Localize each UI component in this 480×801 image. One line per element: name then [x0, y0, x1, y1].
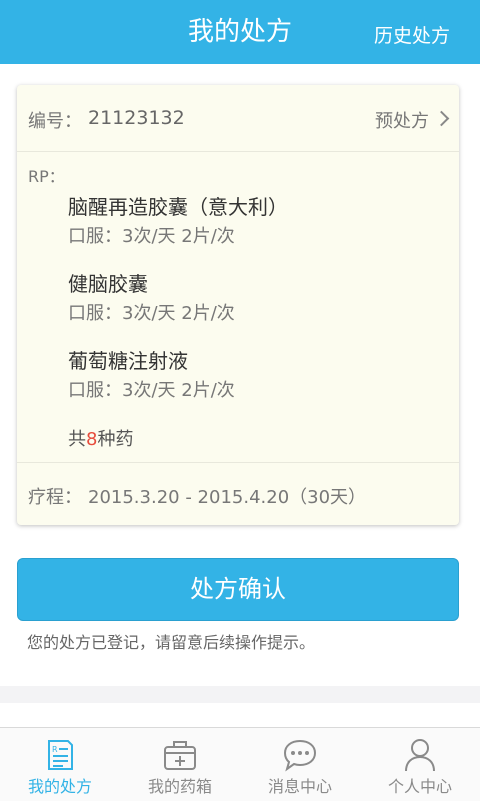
chevron-right-icon	[433, 110, 450, 127]
tab-my-medicine-box[interactable]: 我的药箱	[120, 728, 240, 801]
tab-message-center[interactable]: 消息中心	[240, 728, 360, 801]
medicine-dose: 口服：3次/天 2片/次	[68, 380, 235, 401]
medicine-box-icon	[164, 741, 196, 770]
tab-my-prescriptions[interactable]: R 我的处方	[0, 728, 120, 801]
tab-label: 我的处方	[27, 777, 92, 796]
confirm-prescription-button[interactable]: 处方确认	[17, 558, 459, 621]
pre-prescription-label: 预处方	[375, 111, 429, 132]
rp-label: RP：	[28, 167, 65, 186]
tab-label: 个人中心	[387, 777, 452, 796]
prescription-icon: R	[48, 740, 73, 770]
medicine-total: 共8种药	[68, 425, 133, 451]
svg-text:R: R	[52, 745, 58, 754]
code-label: 编号：	[28, 111, 82, 132]
prescription-card: 编号： 21123132 预处方 RP： 脑醒再造胶囊（意大利） 口服：3次/天…	[17, 85, 459, 525]
person-icon	[405, 739, 435, 772]
tab-label: 我的药箱	[147, 777, 212, 796]
course-label: 疗程：	[28, 487, 82, 508]
total-suffix: 种药	[97, 429, 134, 450]
registration-tip: 您的处方已登记，请留意后续操作提示。	[27, 633, 316, 652]
course-row: 疗程： 2015.3.20 - 2015.4.20（30天）	[17, 462, 459, 525]
course-value: 2015.3.20 - 2015.4.20（30天）	[88, 487, 367, 508]
total-count: 8	[86, 429, 98, 450]
medicine-name: 葡萄糖注射液	[68, 349, 188, 373]
tab-label: 消息中心	[267, 777, 332, 796]
history-prescriptions-link[interactable]: 历史处方	[374, 0, 450, 64]
top-bar: 我的处方 历史处方	[0, 0, 480, 64]
medicine-dose: 口服：3次/天 2片/次	[68, 303, 235, 324]
code-value: 21123132	[88, 107, 185, 129]
medicine-name: 健脑胶囊	[68, 272, 148, 296]
chat-bubble-icon	[283, 739, 317, 772]
bottom-tab-bar: R 我的处方 我的药箱 消息中心 个人中心	[0, 727, 480, 801]
medicine-name: 脑醒再造胶囊（意大利）	[68, 195, 288, 219]
total-prefix: 共	[68, 429, 86, 450]
medicine-dose: 口服：3次/天 2片/次	[68, 226, 235, 247]
content-bottom-strip	[0, 703, 480, 727]
tab-personal-center[interactable]: 个人中心	[360, 728, 480, 801]
prescription-code-row[interactable]: 编号： 21123132 预处方	[17, 85, 459, 152]
